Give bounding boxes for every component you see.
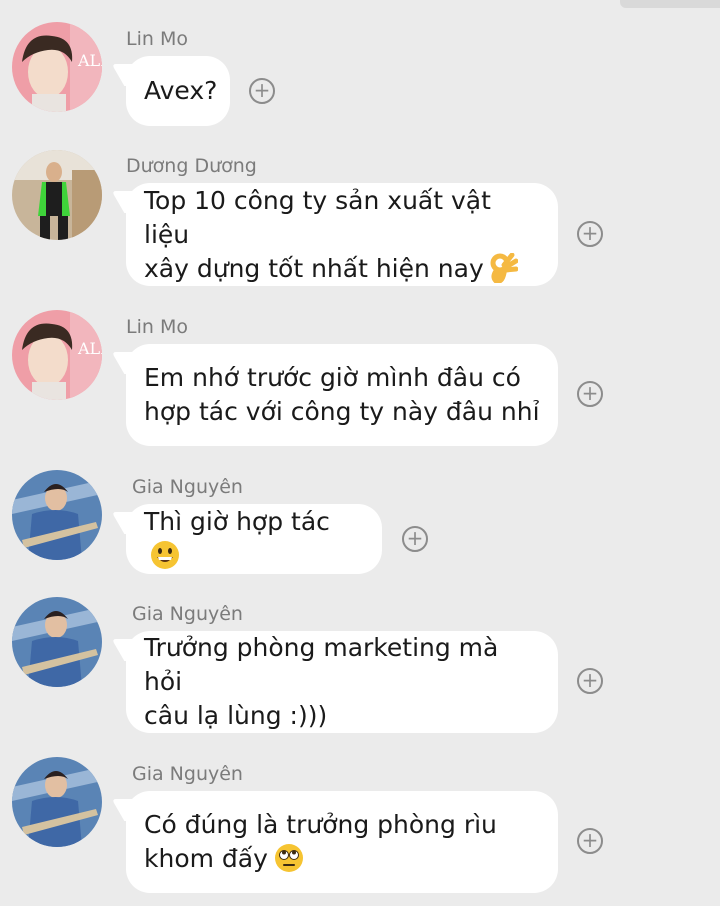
plus-icon: + [581, 221, 599, 245]
ok-hand-emoji [490, 252, 518, 283]
sender-name: Dương Dương [126, 155, 257, 177]
sender-name: Gia Nguyên [132, 603, 243, 625]
svg-text:ALE: ALE [77, 51, 102, 70]
plus-icon: + [253, 78, 271, 102]
add-reaction-button[interactable]: + [402, 526, 428, 552]
message-bubble[interactable]: Avex? [126, 56, 230, 126]
avatar-gianguyen[interactable] [12, 757, 102, 847]
avatar-duongduong[interactable] [12, 150, 102, 240]
message-bubble[interactable]: Có đúng là trưởng phòng rìu khom đấy [126, 791, 558, 893]
message-text: Thì giờ hợp tác [144, 505, 364, 573]
eye-roll-emoji [274, 844, 303, 872]
sender-name: Lin Mo [126, 316, 188, 338]
plus-icon: + [581, 668, 599, 692]
sender-name: Gia Nguyên [132, 476, 243, 498]
avatar-linmo[interactable]: ALE [12, 22, 102, 112]
add-reaction-button[interactable]: + [577, 668, 603, 694]
sender-name: Gia Nguyên [132, 763, 243, 785]
message-text: Có đúng là trưởng phòng rìu khom đấy [144, 810, 497, 873]
grinning-emoji [151, 541, 179, 569]
top-bar-edge [620, 0, 720, 8]
message-text: Avex? [144, 76, 218, 105]
plus-icon: + [581, 828, 599, 852]
add-reaction-button[interactable]: + [249, 78, 275, 104]
avatar-gianguyen[interactable] [12, 597, 102, 687]
avatar-linmo[interactable]: ALE [12, 310, 102, 400]
sender-name: Lin Mo [126, 28, 188, 50]
message-bubble[interactable]: Trưởng phòng marketing mà hỏi câu lạ lùn… [126, 631, 558, 733]
message-text: Trưởng phòng marketing mà hỏi câu lạ lùn… [144, 633, 499, 730]
message-text: Em nhớ trước giờ mình đâu có hợp tác với… [144, 363, 540, 426]
plus-icon: + [581, 381, 599, 405]
add-reaction-button[interactable]: + [577, 828, 603, 854]
svg-text:ALE: ALE [77, 339, 102, 358]
message-bubble[interactable]: Top 10 công ty sản xuất vật liệu xây dựn… [126, 183, 558, 286]
message-bubble[interactable]: Em nhớ trước giờ mình đâu có hợp tác với… [126, 344, 558, 446]
avatar-gianguyen[interactable] [12, 470, 102, 560]
add-reaction-button[interactable]: + [577, 221, 603, 247]
message-bubble[interactable]: Thì giờ hợp tác [126, 504, 382, 574]
message-text: Top 10 công ty sản xuất vật liệu xây dựn… [144, 184, 540, 286]
add-reaction-button[interactable]: + [577, 381, 603, 407]
plus-icon: + [406, 526, 424, 550]
